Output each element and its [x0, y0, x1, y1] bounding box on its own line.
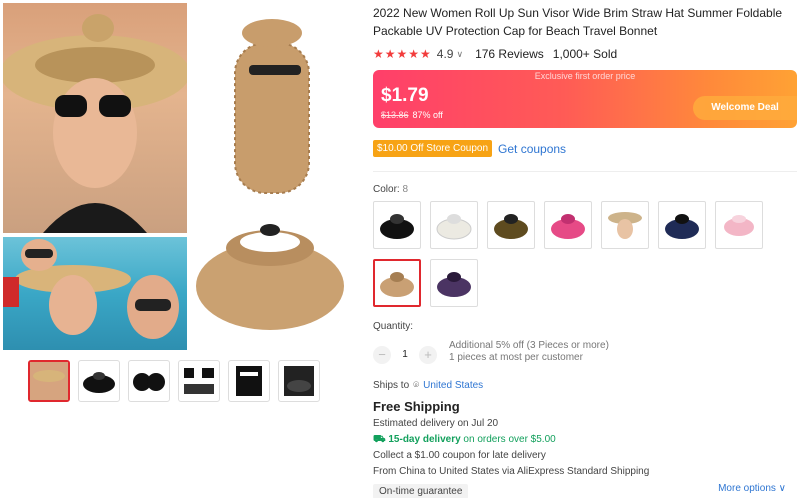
rating-value[interactable]: 4.9	[437, 47, 454, 61]
route-from-label: From	[373, 466, 397, 477]
exclusive-price-label: Exclusive first order price	[534, 71, 636, 81]
route-to-country: United States	[439, 466, 500, 477]
bulk-discount-note: Additional 5% off (3 Pieces or more)	[449, 340, 609, 351]
reviews-link[interactable]: 176 Reviews	[475, 47, 544, 61]
main-product-image[interactable]	[3, 3, 347, 350]
photo-rolled-visor	[193, 3, 347, 203]
product-info: 2022 New Women Roll Up Sun Visor Wide Br…	[373, 0, 797, 498]
product-title: 2022 New Women Roll Up Sun Visor Wide Br…	[373, 6, 783, 38]
quantity-stepper: − 1 + Additional 5% off (3 Pieces or mor…	[373, 340, 793, 370]
thumbnail-3[interactable]	[128, 360, 170, 402]
product-gallery	[0, 0, 350, 498]
thumbnail-strip	[28, 360, 320, 402]
quantity-decrease-button[interactable]: −	[373, 346, 391, 364]
get-coupons-link[interactable]: Get coupons	[498, 142, 566, 156]
swatch-navy[interactable]	[658, 201, 706, 249]
location-pin-icon: ⌾	[413, 380, 420, 391]
quantity-label: Quantity:	[373, 321, 414, 332]
color-label-text: Color:	[373, 184, 400, 195]
rating-row: ★★★★★ 4.9 ∨ 176 Reviews 1,000+ Sold	[373, 46, 793, 62]
ships-to-country[interactable]: United States	[423, 380, 483, 391]
thumbnail-2[interactable]	[78, 360, 120, 402]
price-banner: Exclusive first order price $1.79 $13.86…	[373, 70, 797, 128]
shipping-route: From China to United States via AliExpre…	[373, 465, 793, 478]
thumbnail-5[interactable]	[228, 360, 270, 402]
store-coupon-badge[interactable]: $10.00 Off Store Coupon	[373, 140, 493, 157]
divider	[373, 171, 797, 172]
welcome-deal-badge: Welcome Deal	[693, 96, 797, 120]
coupon-row: $10.00 Off Store Coupon Get coupons	[373, 140, 793, 157]
photo-visor-open	[193, 208, 347, 350]
ships-to-label: Ships to	[373, 380, 410, 391]
original-price-row: $13.86 87% off	[381, 110, 443, 120]
fast-delivery-label: 15-day delivery	[388, 434, 461, 445]
sold-count: 1,000+ Sold	[552, 47, 618, 61]
route-carrier: via AliExpress Standard Shipping	[502, 466, 650, 477]
photo-woman-wearing-visor	[3, 3, 187, 233]
route-from-country: China	[399, 466, 426, 477]
quantity-increase-button[interactable]: +	[419, 346, 437, 364]
chevron-down-icon[interactable]: ∨	[456, 49, 463, 60]
late-delivery-coupon: Collect a $1.00 coupon for late delivery	[373, 450, 546, 461]
estimated-delivery: Estimated delivery on Jul 20	[373, 417, 793, 430]
fast-delivery-suffix: on orders over $5.00	[463, 434, 556, 445]
rating-stars: ★★★★★	[373, 47, 432, 61]
color-swatches	[373, 201, 793, 307]
estimated-delivery-label: Estimated delivery on	[373, 418, 469, 429]
quantity-notes: Additional 5% off (3 Pieces or more) 1 p…	[449, 340, 609, 364]
estimated-delivery-date: Jul 20	[471, 418, 499, 429]
on-time-guarantee-badge[interactable]: On-time guarantee	[373, 484, 469, 498]
quantity-value[interactable]: 1	[391, 340, 419, 370]
color-count: 8	[402, 184, 409, 195]
swatch-beige-straw[interactable]	[373, 259, 421, 307]
free-shipping: Free Shipping	[373, 399, 460, 414]
swatch-model[interactable]	[601, 201, 649, 249]
purchase-limit-note: 1 pieces at most per customer	[449, 352, 583, 363]
current-price: $1.79	[381, 85, 429, 106]
more-options-link[interactable]: More options ∨	[718, 483, 786, 494]
original-price: $13.86	[381, 110, 409, 120]
route-to-label: to	[428, 466, 437, 477]
discount-percent: 87% off	[412, 110, 443, 120]
thumbnail-4[interactable]	[178, 360, 220, 402]
swatch-rose[interactable]	[544, 201, 592, 249]
swatch-black[interactable]	[373, 201, 421, 249]
swatch-purple[interactable]	[430, 259, 478, 307]
truck-icon: ⛟	[373, 434, 386, 445]
thumbnail-1[interactable]	[28, 360, 70, 402]
photo-friends-in-pool	[3, 237, 187, 350]
color-label: Color: 8	[373, 184, 793, 195]
fast-delivery: ⛟ 15-day delivery on orders over $5.00	[373, 433, 793, 446]
swatch-pink[interactable]	[715, 201, 763, 249]
thumbnail-6[interactable]	[278, 360, 320, 402]
swatch-khaki[interactable]	[487, 201, 535, 249]
swatch-beige[interactable]	[430, 201, 478, 249]
ships-to-row: Ships to ⌾ United States	[373, 380, 793, 391]
